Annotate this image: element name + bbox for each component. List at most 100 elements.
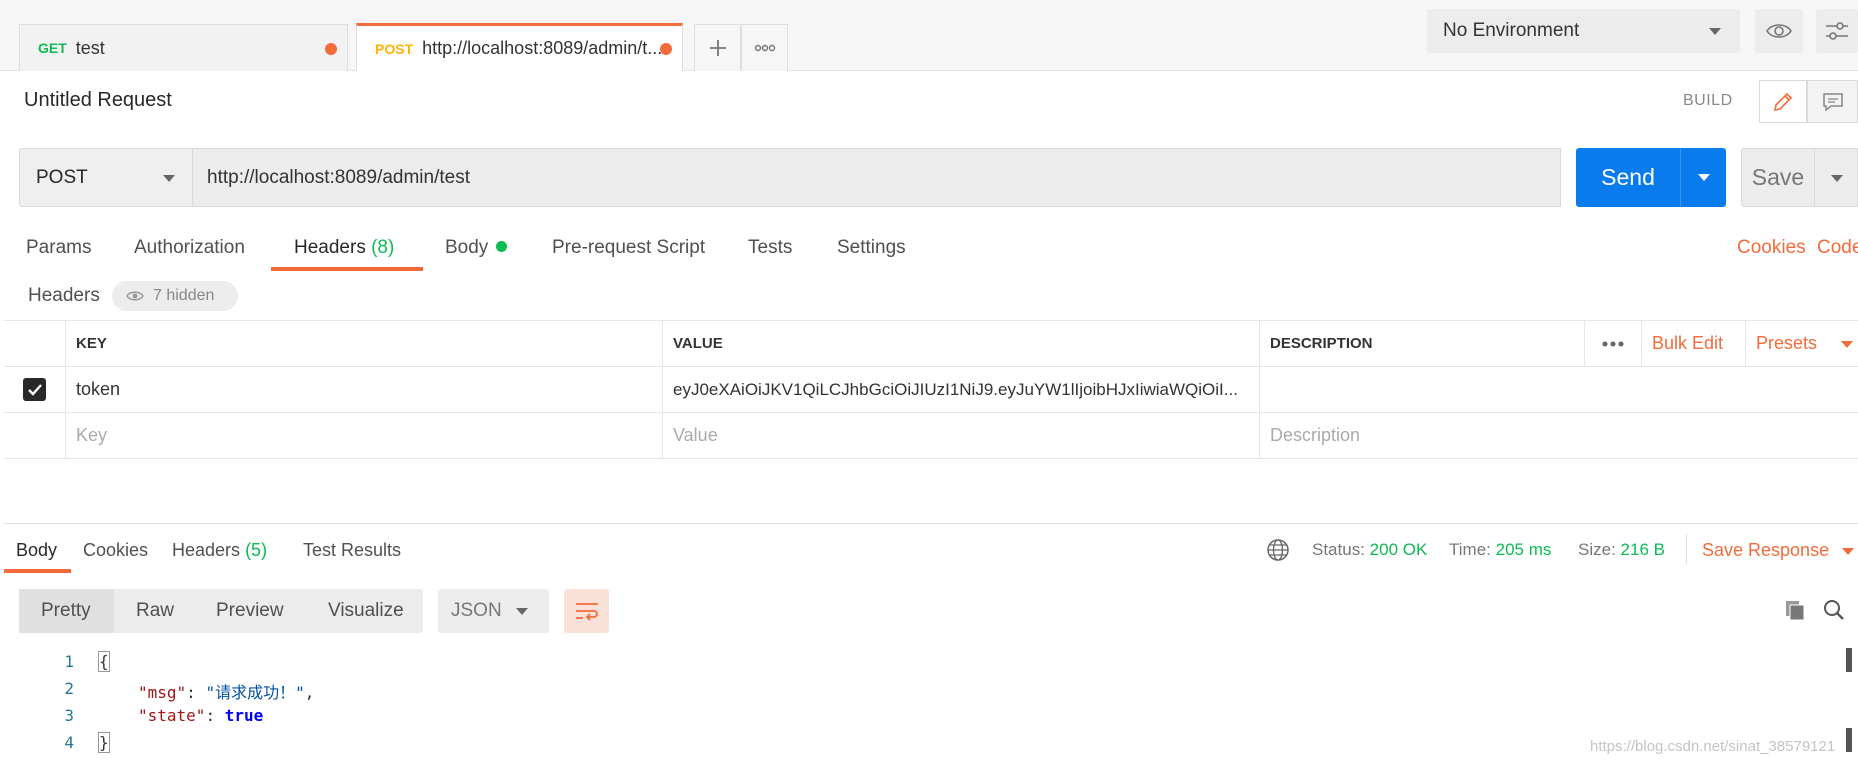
code-link[interactable]: Code (1817, 237, 1858, 259)
new-value-input[interactable]: Value (662, 413, 1259, 458)
response-headers-count: (5) (245, 540, 268, 560)
tab-settings[interactable]: Settings (837, 237, 906, 259)
tab-authorization[interactable]: Authorization (134, 237, 245, 259)
environment-quick-look-eye-icon[interactable] (1755, 9, 1803, 53)
table-row: token eyJ0eXAiOiJKV1QiLCJhbGciOiJIUzI1Ni… (4, 367, 1858, 413)
tab-method: POST (375, 40, 414, 57)
new-key-input[interactable]: Key (65, 413, 662, 458)
send-button[interactable]: Send (1576, 148, 1680, 207)
tab-pre-request-script[interactable]: Pre-request Script (552, 237, 705, 259)
copy-icon[interactable] (1784, 599, 1806, 626)
status-label: Status: (1312, 540, 1365, 559)
line-number: 4 (64, 733, 74, 752)
headers-table: KEY VALUE DESCRIPTION Bulk Edit Presets … (4, 320, 1858, 459)
line-number: 1 (64, 652, 74, 671)
tab-params[interactable]: Params (26, 237, 91, 259)
url-value: http://localhost:8089/admin/test (207, 166, 470, 188)
top-tab-bar: GET test POST http://localhost:8089/admi… (0, 0, 1858, 71)
watermark: https://blog.csdn.net/sinat_38579121 (1590, 738, 1836, 755)
request-tab-post-active[interactable]: POST http://localhost:8089/admin/t... (356, 23, 683, 71)
new-description-input[interactable]: Description (1259, 413, 1858, 458)
size-label: Size: (1578, 540, 1616, 559)
unsaved-dot-icon (325, 43, 337, 55)
response-tab-test-results[interactable]: Test Results (303, 540, 401, 561)
globe-icon[interactable] (1266, 538, 1290, 567)
code-line: { (98, 651, 110, 672)
more-tabs-icon[interactable] (741, 24, 788, 71)
response-body-code[interactable]: 1 2 3 4 { "msg": "请求成功！", "state": true … (4, 648, 1834, 766)
save-button[interactable]: Save (1741, 148, 1815, 207)
view-preview-button[interactable]: Preview (216, 589, 284, 633)
edit-pencil-icon[interactable] (1759, 80, 1807, 123)
response-tab-cookies[interactable]: Cookies (83, 540, 148, 561)
code-line: } (98, 732, 110, 753)
tab-headers-label: Headers (294, 237, 366, 258)
search-icon[interactable] (1823, 599, 1845, 626)
request-title[interactable]: Untitled Request (24, 89, 172, 112)
response-view-mode-group: Pretty Raw Preview Visualize (19, 589, 423, 633)
build-mode-label: BUILD (1683, 92, 1733, 109)
view-visualize-button[interactable]: Visualize (328, 589, 404, 633)
status-value: 200 OK (1369, 540, 1428, 559)
meta-separator (1686, 534, 1687, 564)
hidden-headers-count: 7 hidden (153, 287, 215, 304)
send-options-dropdown[interactable] (1680, 148, 1726, 207)
view-pretty-button[interactable]: Pretty (19, 589, 114, 633)
chevron-down-icon (1698, 174, 1710, 181)
hidden-headers-toggle[interactable]: 7 hidden (112, 281, 238, 311)
response-status: Status: 200 OK (1312, 540, 1427, 560)
environment-value: No Environment (1443, 20, 1580, 41)
line-number: 3 (64, 706, 74, 725)
request-tab-get-test[interactable]: GET test (19, 24, 348, 71)
more-options-icon[interactable] (1584, 321, 1641, 366)
presets-dropdown[interactable]: Presets (1745, 321, 1858, 366)
chevron-down-icon (1709, 28, 1721, 35)
headers-section-title: Headers (28, 285, 100, 306)
tab-headers-count: (8) (371, 237, 395, 258)
header-key-cell[interactable]: token (65, 367, 662, 412)
response-time: Time: 205 ms (1449, 540, 1551, 560)
response-format-select[interactable]: JSON (438, 589, 549, 633)
response-headers-label: Headers (172, 540, 241, 560)
empty-checkbox-cell (4, 413, 65, 458)
http-method-select[interactable]: POST (19, 148, 193, 207)
response-tab-body[interactable]: Body (16, 540, 57, 561)
url-input[interactable]: http://localhost:8089/admin/test (193, 148, 1561, 207)
tab-body[interactable]: Body (445, 237, 508, 259)
header-value-cell[interactable]: eyJ0eXAiOiJKV1QiLCJhbGciOiJIUzI1NiJ9.eyJ… (662, 367, 1259, 412)
time-label: Time: (1449, 540, 1491, 559)
column-header-description: DESCRIPTION (1259, 321, 1584, 366)
table-row-empty: Key Value Description (4, 413, 1858, 459)
response-format-value: JSON (451, 600, 502, 621)
environment-select[interactable]: No Environment (1427, 9, 1740, 53)
wrap-lines-icon[interactable] (564, 589, 609, 633)
tab-tests[interactable]: Tests (748, 237, 792, 259)
cookies-link[interactable]: Cookies (1737, 237, 1806, 259)
size-value: 216 B (1620, 540, 1665, 559)
scrollbar-marker-bottom[interactable] (1846, 728, 1852, 752)
tab-method: GET (38, 40, 67, 56)
scrollbar-marker-top[interactable] (1846, 648, 1852, 672)
active-tab-underline (271, 267, 423, 271)
checkbox-column-header (4, 321, 65, 366)
unsaved-dot-icon (660, 43, 672, 55)
chevron-down-icon (516, 608, 528, 615)
response-divider[interactable] (4, 523, 1858, 524)
save-response-dropdown[interactable]: Save Response (1702, 540, 1829, 561)
checkmark-icon (23, 378, 46, 401)
response-size: Size: 216 B (1578, 540, 1665, 560)
save-response-label: Save Response (1702, 540, 1830, 560)
line-number: 2 (64, 679, 74, 698)
bulk-edit-link[interactable]: Bulk Edit (1641, 321, 1745, 366)
response-tab-headers[interactable]: Headers (5) (172, 540, 267, 561)
header-description-cell[interactable] (1259, 367, 1858, 412)
comments-icon[interactable] (1807, 80, 1858, 123)
manage-environments-sliders-icon[interactable] (1816, 9, 1858, 53)
column-header-key: KEY (65, 321, 662, 366)
header-enabled-checkbox[interactable] (4, 367, 65, 412)
save-options-dropdown[interactable] (1815, 148, 1858, 207)
new-tab-plus-icon[interactable] (694, 24, 741, 71)
json-key-state: "state" (138, 706, 206, 725)
view-raw-button[interactable]: Raw (136, 589, 174, 633)
tab-headers[interactable]: Headers (8) (294, 237, 394, 259)
